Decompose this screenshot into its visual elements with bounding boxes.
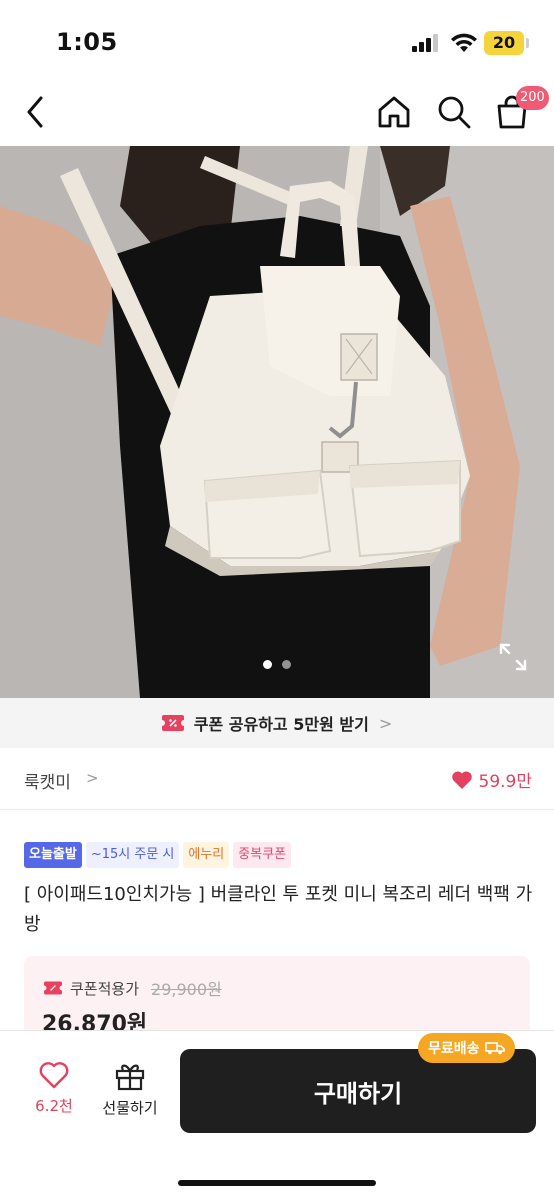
search-button[interactable]: [432, 90, 476, 134]
wishlist-count: 6.2천: [35, 1097, 73, 1115]
badge-order-cutoff: ~15시 주문 시: [85, 842, 180, 868]
original-price: 29,900원: [151, 980, 222, 999]
nav-bar: [0, 80, 554, 144]
home-button[interactable]: [372, 90, 416, 134]
home-indicator: [178, 1180, 376, 1186]
expand-icon[interactable]: [498, 642, 528, 672]
gift-button[interactable]: 선물하기: [98, 1061, 162, 1118]
pagination-dot-active[interactable]: [263, 660, 272, 669]
badge-today-shipping: 오늘출발: [24, 842, 82, 868]
coupon-share-banner[interactable]: 쿠폰 공유하고 5만원 받기 >: [0, 698, 554, 748]
gift-label: 선물하기: [102, 1099, 158, 1117]
coupon-share-label: 쿠폰 공유하고 5만원 받기: [193, 715, 369, 734]
cart-count-badge: 200: [516, 86, 549, 110]
coupon-icon: [161, 715, 184, 731]
store-name-link[interactable]: 룩캣미: [24, 768, 71, 793]
free-shipping-label: 무료배송: [428, 1041, 480, 1057]
clock: 1:05: [56, 28, 118, 56]
heart-outline-icon: [39, 1062, 69, 1089]
chevron-left-icon: [27, 96, 43, 128]
gift-icon: [115, 1064, 145, 1091]
product-page: 1:05 20 200 쿠폰 공유하고 5만원 받기 > 룩캣미 > 59.9만…: [0, 0, 554, 1200]
chevron-right-icon: >: [86, 769, 99, 787]
coupon-price-row: 쿠폰적용가 29,900원: [44, 976, 222, 1000]
pagination-dot[interactable]: [282, 660, 291, 669]
chevron-right-icon: >: [378, 713, 393, 733]
product-image[interactable]: [0, 146, 554, 698]
free-shipping-badge: 무료배송: [418, 1033, 515, 1063]
bottom-action-bar: 6.2천 선물하기 구매하기 무료배송: [0, 1030, 554, 1200]
signal-icon: [412, 34, 440, 52]
status-bar: 1:05 20: [0, 0, 554, 80]
product-title: [ 아이패드10인치가능 ] 버클라인 투 포켓 미니 복조리 레더 백팩 가방: [24, 884, 533, 935]
product-badges: 오늘출발 ~15시 주문 시 에누리 중복쿠폰: [24, 842, 292, 868]
coupon-icon: [44, 981, 62, 995]
heart-filled-icon: [451, 770, 472, 789]
image-pagination: [0, 660, 554, 672]
store-row: 룩캣미 > 59.9만: [0, 748, 554, 810]
store-likes[interactable]: 59.9만: [451, 767, 533, 792]
product-photo: [0, 146, 554, 698]
home-icon: [378, 96, 410, 128]
back-button[interactable]: [14, 90, 58, 134]
battery-icon: 20: [484, 31, 524, 55]
wishlist-button[interactable]: 6.2천: [26, 1061, 82, 1116]
wifi-icon: [451, 33, 477, 52]
coupon-price-label: 쿠폰적용가: [70, 979, 140, 998]
search-icon: [438, 96, 471, 129]
badge-enuri: 에누리: [183, 842, 230, 868]
badge-duplicate-coupon: 중복쿠폰: [233, 842, 292, 868]
truck-icon: [484, 1042, 505, 1055]
store-likes-count: 59.9만: [478, 772, 533, 792]
battery-tip: [526, 38, 529, 48]
